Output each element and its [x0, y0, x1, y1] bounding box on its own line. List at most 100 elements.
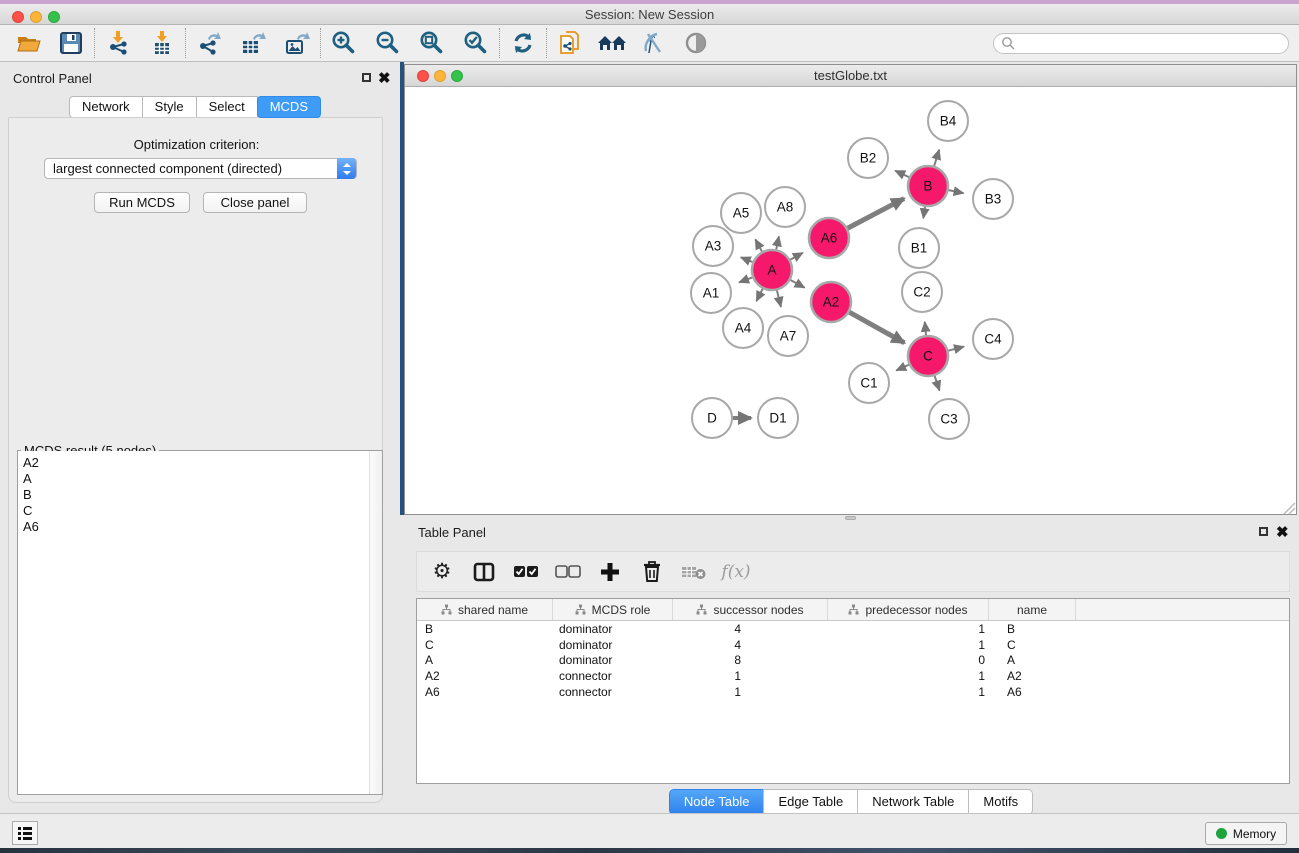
horizontal-splitter-handle[interactable] — [845, 516, 856, 520]
cell: 4 — [673, 638, 828, 652]
zoom-out-icon[interactable] — [373, 28, 403, 58]
apply-layout-refresh-icon[interactable] — [508, 28, 538, 58]
main-toolbar: f — [0, 25, 1299, 62]
graph-node-B2[interactable]: B2 — [848, 138, 888, 178]
tab-style[interactable]: Style — [142, 96, 197, 118]
node-table-header: shared nameMCDS rolesuccessor nodesprede… — [417, 599, 1289, 621]
column-header-predecessor-nodes[interactable]: predecessor nodes — [828, 599, 989, 620]
graph-node-D[interactable]: D — [692, 398, 732, 438]
graph-node-A5[interactable]: A5 — [721, 193, 761, 233]
graph-node-A2[interactable]: A2 — [811, 282, 851, 322]
function-builder-icon[interactable]: f(x) — [723, 559, 749, 585]
mcds-result-item[interactable]: A6 — [23, 519, 369, 535]
table-row[interactable]: A6connector11A6 — [417, 684, 1289, 700]
tab-select[interactable]: Select — [196, 96, 258, 118]
show-hide-graphics-icon[interactable] — [681, 28, 711, 58]
run-mcds-button[interactable]: Run MCDS — [94, 192, 190, 213]
graph-node-A6[interactable]: A6 — [809, 218, 849, 258]
svg-text:B2: B2 — [860, 151, 877, 166]
export-network-icon[interactable] — [194, 28, 224, 58]
graph-node-A8[interactable]: A8 — [765, 187, 805, 227]
search-icon — [1001, 36, 1016, 51]
table-row[interactable]: A2connector11A2 — [417, 668, 1289, 684]
cell: C — [417, 638, 553, 652]
delete-column-icon[interactable] — [639, 559, 665, 585]
create-column-icon[interactable] — [597, 559, 623, 585]
unselect-all-columns-icon[interactable] — [555, 559, 581, 585]
optimization-criterion-select[interactable]: largest connected component (directed) — [44, 158, 357, 179]
table-panel-title: Table Panel — [418, 525, 486, 540]
graph-node-A1[interactable]: A1 — [691, 273, 731, 313]
clone-network-icon[interactable] — [555, 28, 585, 58]
table-row[interactable]: Adominator80A — [417, 653, 1289, 669]
select-all-columns-icon[interactable] — [513, 559, 539, 585]
memory-button[interactable]: Memory — [1205, 822, 1287, 845]
import-network-icon[interactable] — [103, 28, 133, 58]
column-header-MCDS-role[interactable]: MCDS role — [553, 599, 673, 620]
network-graph: A A1 A2 A3 A4 A5 A6 A7 A8 B B1 B2 B3 B4 C C1 C2 C3 C4 D D1 — [405, 87, 1296, 515]
mcds-result-item[interactable]: A — [23, 471, 369, 487]
table-panel-close-icon[interactable]: ✖ — [1276, 527, 1289, 539]
control-panel-float-icon[interactable] — [362, 73, 371, 82]
svg-text:C4: C4 — [984, 332, 1002, 347]
graph-node-C1[interactable]: C1 — [849, 363, 889, 403]
graph-node-D1[interactable]: D1 — [758, 398, 798, 438]
tab-edge-table[interactable]: Edge Table — [763, 789, 858, 815]
export-table-icon[interactable] — [238, 28, 268, 58]
cell: 0 — [828, 653, 989, 667]
tab-mcds[interactable]: MCDS — [257, 96, 321, 118]
import-table-icon[interactable] — [147, 28, 177, 58]
mcds-result-list[interactable]: A2ABCA6 — [18, 451, 369, 794]
zoom-in-icon[interactable] — [329, 28, 359, 58]
table-settings-gear-icon[interactable]: ⚙ — [429, 559, 455, 585]
export-image-icon[interactable] — [282, 28, 312, 58]
graph-node-A3[interactable]: A3 — [693, 226, 733, 266]
tab-motifs[interactable]: Motifs — [968, 789, 1033, 815]
control-panel-close-icon[interactable]: ✖ — [378, 73, 391, 85]
graph-node-A7[interactable]: A7 — [768, 316, 808, 356]
graph-node-B4[interactable]: B4 — [928, 101, 968, 141]
column-header-successor-nodes[interactable]: successor nodes — [673, 599, 828, 620]
svg-text:B3: B3 — [985, 192, 1002, 207]
cell: A — [989, 653, 1076, 667]
graph-node-A[interactable]: A — [752, 250, 792, 290]
graph-edge-C-C4 — [948, 347, 964, 351]
mcds-list-scrollbar[interactable] — [369, 451, 382, 794]
mcds-result-item[interactable]: A2 — [23, 455, 369, 471]
toolbar-separator — [546, 28, 547, 58]
table-row[interactable]: Bdominator41B — [417, 621, 1289, 637]
mcds-result-item[interactable]: C — [23, 503, 369, 519]
table-panel-float-icon[interactable] — [1259, 527, 1268, 536]
canvas-resize-grip[interactable] — [1284, 503, 1295, 514]
graph-node-B3[interactable]: B3 — [973, 179, 1013, 219]
column-header-shared-name[interactable]: shared name — [417, 599, 553, 620]
graph-node-C3[interactable]: C3 — [929, 399, 969, 439]
column-header-name[interactable]: name — [989, 599, 1076, 620]
graph-node-C[interactable]: C — [908, 336, 948, 376]
graph-node-B1[interactable]: B1 — [899, 228, 939, 268]
search-input[interactable] — [993, 33, 1289, 54]
tab-network[interactable]: Network — [69, 96, 143, 118]
mcds-result-item[interactable]: B — [23, 487, 369, 503]
svg-text:B4: B4 — [940, 114, 957, 129]
network-canvas[interactable]: A A1 A2 A3 A4 A5 A6 A7 A8 B B1 B2 B3 B4 C C1 C2 C3 C4 D D1 — [405, 87, 1296, 514]
close-panel-button[interactable]: Close panel — [203, 192, 307, 213]
task-history-button[interactable] — [12, 821, 38, 845]
network-window-titlebar[interactable]: testGlobe.txt — [405, 65, 1296, 87]
open-session-icon[interactable] — [14, 28, 44, 58]
tab-node-table[interactable]: Node Table — [669, 789, 765, 815]
show-columns-icon[interactable] — [471, 559, 497, 585]
home-pair-icon[interactable] — [597, 28, 627, 58]
graph-edge-C-C2 — [925, 322, 926, 335]
zoom-selected-icon[interactable] — [461, 28, 491, 58]
graph-node-A4[interactable]: A4 — [723, 308, 763, 348]
graph-node-C2[interactable]: C2 — [902, 272, 942, 312]
graph-node-C4[interactable]: C4 — [973, 319, 1013, 359]
gene-function-icon[interactable]: f — [639, 28, 669, 58]
graph-node-B[interactable]: B — [908, 166, 948, 206]
table-row[interactable]: Cdominator41C — [417, 637, 1289, 653]
save-session-icon[interactable] — [56, 28, 86, 58]
delete-table-icon[interactable] — [681, 559, 707, 585]
tab-network-table[interactable]: Network Table — [857, 789, 969, 815]
zoom-fit-icon[interactable] — [417, 28, 447, 58]
